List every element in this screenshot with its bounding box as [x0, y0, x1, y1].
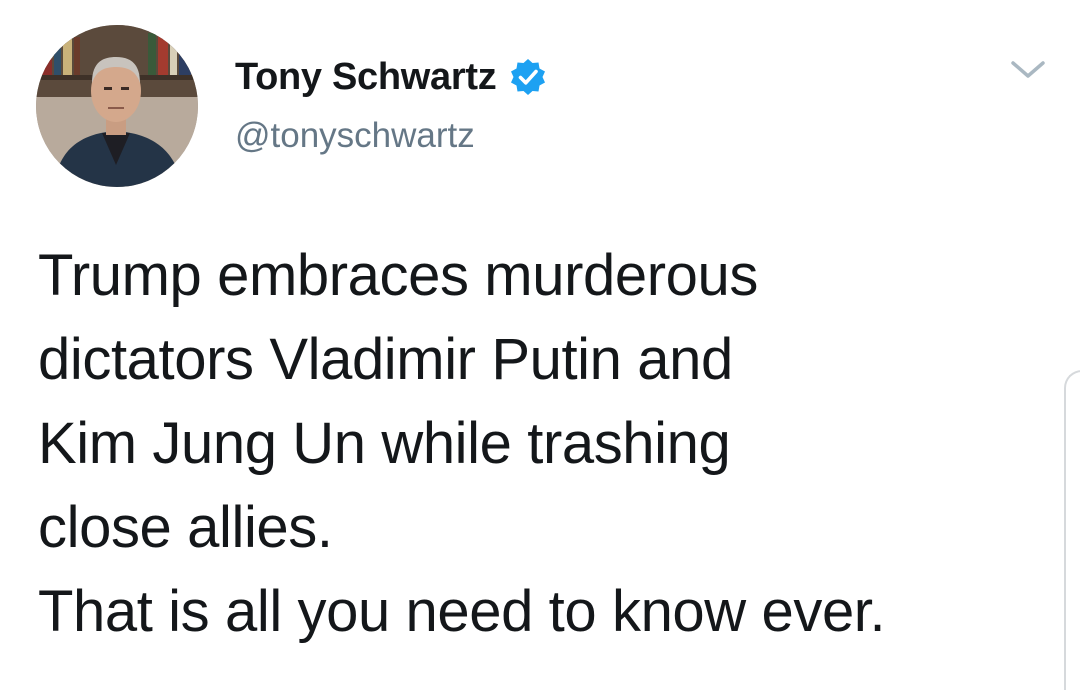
tweet-text-line: close allies.: [38, 495, 333, 560]
tweet-text-line: Trump embraces murderous: [38, 243, 758, 308]
tweet-text: Trump embraces murderous dictators Vladi…: [38, 234, 1038, 654]
chevron-down-icon[interactable]: [1007, 54, 1049, 84]
author-name-row[interactable]: Tony Schwartz: [235, 54, 548, 100]
avatar[interactable]: [36, 25, 198, 187]
tweet-text-line: That is all you need to know ever.: [38, 579, 886, 644]
adjacent-card-edge: [1064, 370, 1080, 690]
avatar-photo: [36, 25, 198, 187]
tweet-text-line: dictators Vladimir Putin and: [38, 327, 733, 392]
display-name[interactable]: Tony Schwartz: [235, 56, 497, 99]
tweet-card: Tony Schwartz @tonyschwartz Trump embrac…: [0, 0, 1080, 690]
verified-badge-icon: [511, 59, 546, 95]
tweet-text-line: Kim Jung Un while trashing: [38, 411, 731, 476]
author-handle[interactable]: @tonyschwartz: [235, 116, 475, 156]
